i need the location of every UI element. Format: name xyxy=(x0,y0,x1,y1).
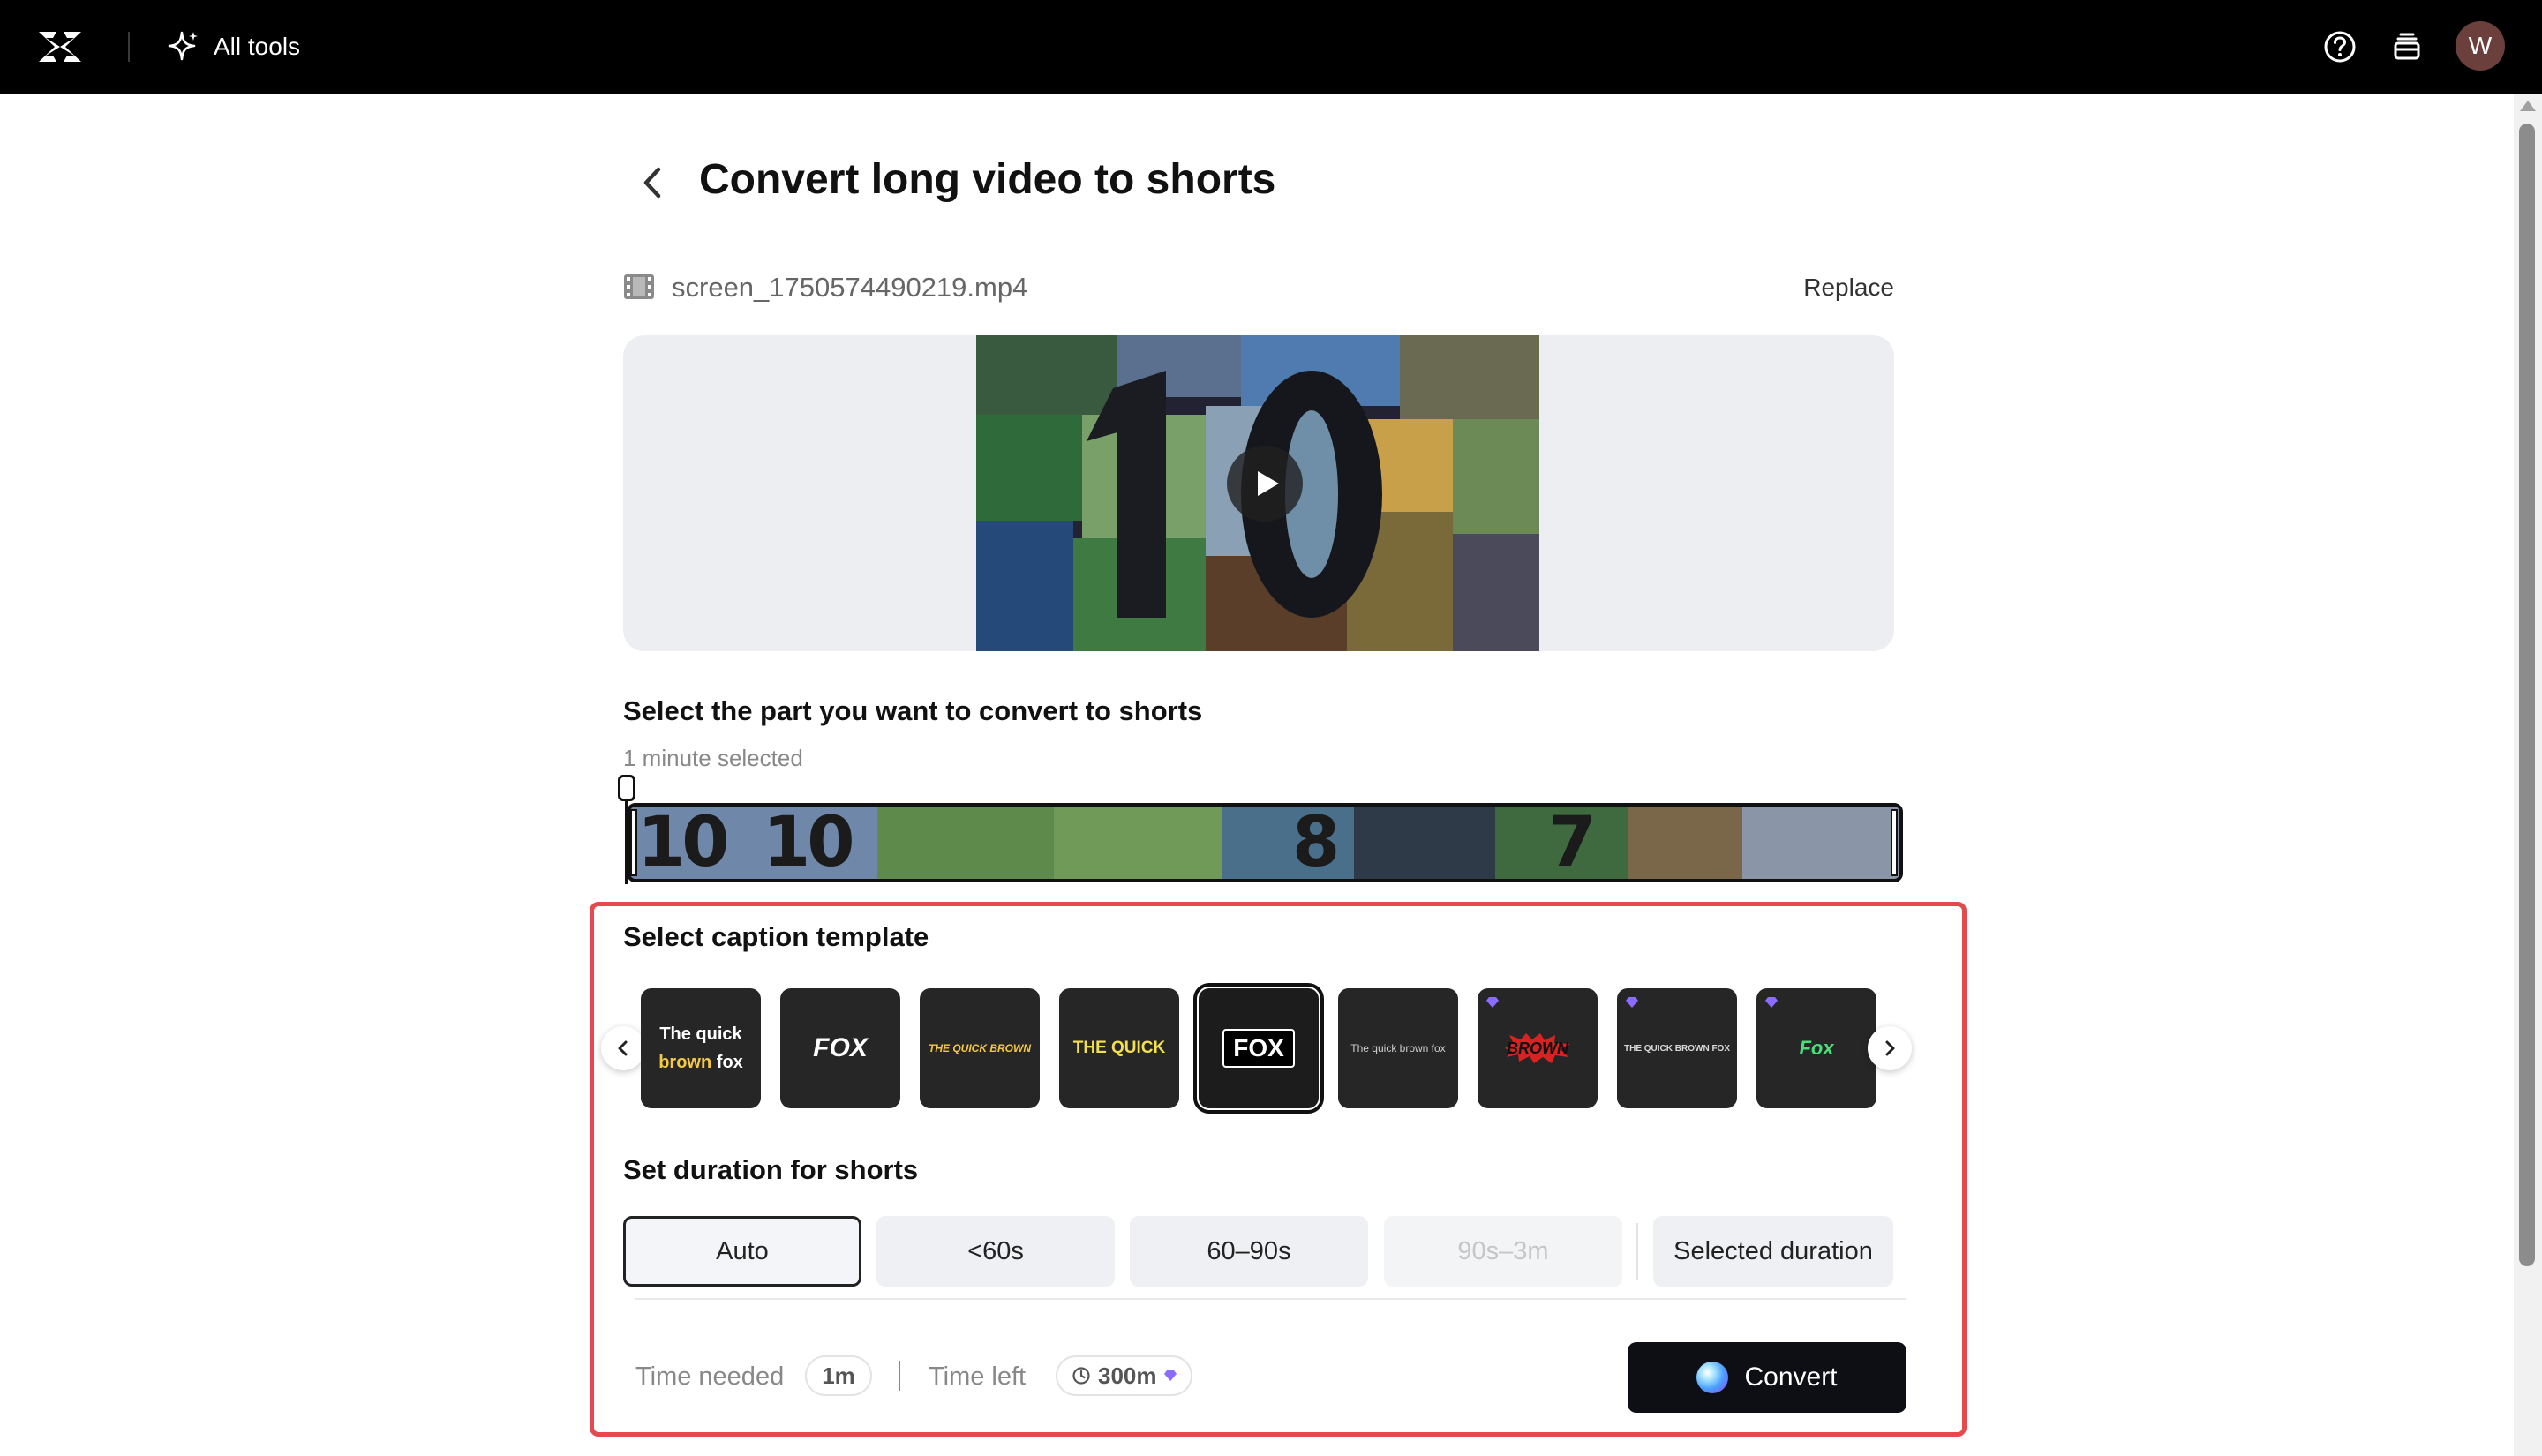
user-avatar[interactable]: W xyxy=(2456,21,2505,71)
premium-gem-icon xyxy=(1486,997,1499,1008)
duration-option-under-60s[interactable]: <60s xyxy=(876,1216,1115,1287)
template-text: fox xyxy=(716,1053,743,1072)
template-text: FOX xyxy=(1222,1029,1295,1068)
caption-template[interactable]: BROWN xyxy=(1478,988,1598,1108)
template-text: BROWN xyxy=(1507,1039,1568,1057)
premium-gem-icon xyxy=(1163,1370,1177,1381)
carousel-next-button[interactable] xyxy=(1868,1026,1912,1070)
duration-option-auto[interactable]: Auto xyxy=(623,1216,861,1287)
caption-template[interactable]: THE QUICK BROWN xyxy=(920,988,1040,1108)
caption-template[interactable]: Fox xyxy=(1756,988,1876,1108)
timeline-strip[interactable]: 10 10 8 7 xyxy=(627,803,1903,882)
topbar-divider xyxy=(128,32,130,62)
help-icon[interactable] xyxy=(2321,28,2358,65)
timeline-number: 8 xyxy=(1292,803,1340,882)
all-tools-label: All tools xyxy=(214,33,301,60)
footer-divider xyxy=(899,1361,900,1391)
template-text: Fox xyxy=(1799,1037,1834,1059)
timeline-frame xyxy=(1054,807,1222,879)
caption-template[interactable]: THE QUICK BROWN FOX xyxy=(1617,988,1737,1108)
timeline-frame xyxy=(877,807,1054,879)
template-text: The quick xyxy=(659,1024,742,1044)
time-needed-label: Time needed xyxy=(636,1362,785,1391)
duration-option-selected[interactable]: Selected duration xyxy=(1653,1216,1893,1287)
duration-divider xyxy=(1636,1223,1638,1280)
premium-gem-icon xyxy=(1765,997,1778,1008)
play-icon[interactable] xyxy=(1227,446,1303,522)
template-text: FOX xyxy=(813,1033,868,1062)
template-text: brown xyxy=(658,1053,712,1072)
time-left-label: Time left xyxy=(929,1362,1027,1391)
sparkle-icon xyxy=(168,31,198,61)
timeline-left-handle[interactable] xyxy=(630,809,637,876)
caption-template[interactable]: FOX xyxy=(1193,983,1324,1114)
page-title: Convert long video to shorts xyxy=(699,156,1276,203)
premium-gem-icon xyxy=(1626,997,1638,1008)
layers-icon[interactable] xyxy=(2388,28,2425,65)
playhead-knob[interactable] xyxy=(618,775,636,801)
carousel-prev-button[interactable] xyxy=(601,1026,645,1070)
template-text: THE QUICK BROWN FOX xyxy=(1624,1043,1730,1054)
time-needed-badge: 1m xyxy=(805,1355,872,1396)
all-tools-button[interactable]: All tools xyxy=(166,26,300,67)
timeline-frame xyxy=(1742,807,1899,879)
convert-button[interactable]: Convert xyxy=(1628,1342,1906,1413)
template-text: THE QUICK xyxy=(1072,1039,1166,1057)
caption-template[interactable]: FOX xyxy=(780,988,900,1108)
file-row: screen_1750574490219.mp4 Replace xyxy=(623,270,1894,305)
select-part-heading: Select the part you want to convert to s… xyxy=(623,695,1203,726)
duration-option-60-90s[interactable]: 60–90s xyxy=(1130,1216,1368,1287)
scroll-up-arrow-icon[interactable] xyxy=(2520,101,2536,111)
template-text: THE QUICK BROWN xyxy=(929,1042,1031,1054)
caption-template-heading: Select caption template xyxy=(623,921,929,952)
clock-icon xyxy=(1072,1367,1090,1385)
film-icon xyxy=(624,274,654,299)
capcut-logo-icon[interactable] xyxy=(35,26,85,67)
chevron-right-icon xyxy=(1885,1040,1895,1056)
caption-template[interactable]: The quick brown fox xyxy=(641,988,761,1108)
timeline-frame xyxy=(1354,807,1495,879)
back-arrow-icon[interactable] xyxy=(636,161,671,205)
ai-orb-icon xyxy=(1696,1362,1729,1393)
timeline-number: 7 xyxy=(1548,803,1596,882)
duration-heading: Set duration for shorts xyxy=(623,1154,919,1185)
template-text: The quick brown fox xyxy=(1350,1042,1446,1054)
duration-option-90s-3m: 90s–3m xyxy=(1384,1216,1622,1287)
selected-duration-note: 1 minute selected xyxy=(623,745,803,771)
section-divider xyxy=(636,1298,1906,1300)
time-left-value: 300m xyxy=(1098,1362,1157,1389)
timeline-number: 10 xyxy=(763,803,855,882)
timeline-number: 10 xyxy=(637,803,730,882)
timeline-right-handle[interactable] xyxy=(1891,809,1898,876)
time-left-badge: 300m xyxy=(1056,1355,1192,1396)
top-bar: All tools W xyxy=(0,0,2542,94)
convert-label: Convert xyxy=(1744,1362,1838,1392)
file-name: screen_1750574490219.mp4 xyxy=(672,272,1028,303)
chevron-left-icon xyxy=(618,1040,628,1056)
caption-template[interactable]: THE QUICK xyxy=(1059,988,1179,1108)
caption-template[interactable]: The quick brown fox xyxy=(1338,988,1458,1108)
scrollbar-thumb[interactable] xyxy=(2519,124,2535,1266)
time-needed-value: 1m xyxy=(822,1362,855,1389)
replace-button[interactable]: Replace xyxy=(1803,274,1894,302)
timeline-frame xyxy=(1628,807,1742,879)
